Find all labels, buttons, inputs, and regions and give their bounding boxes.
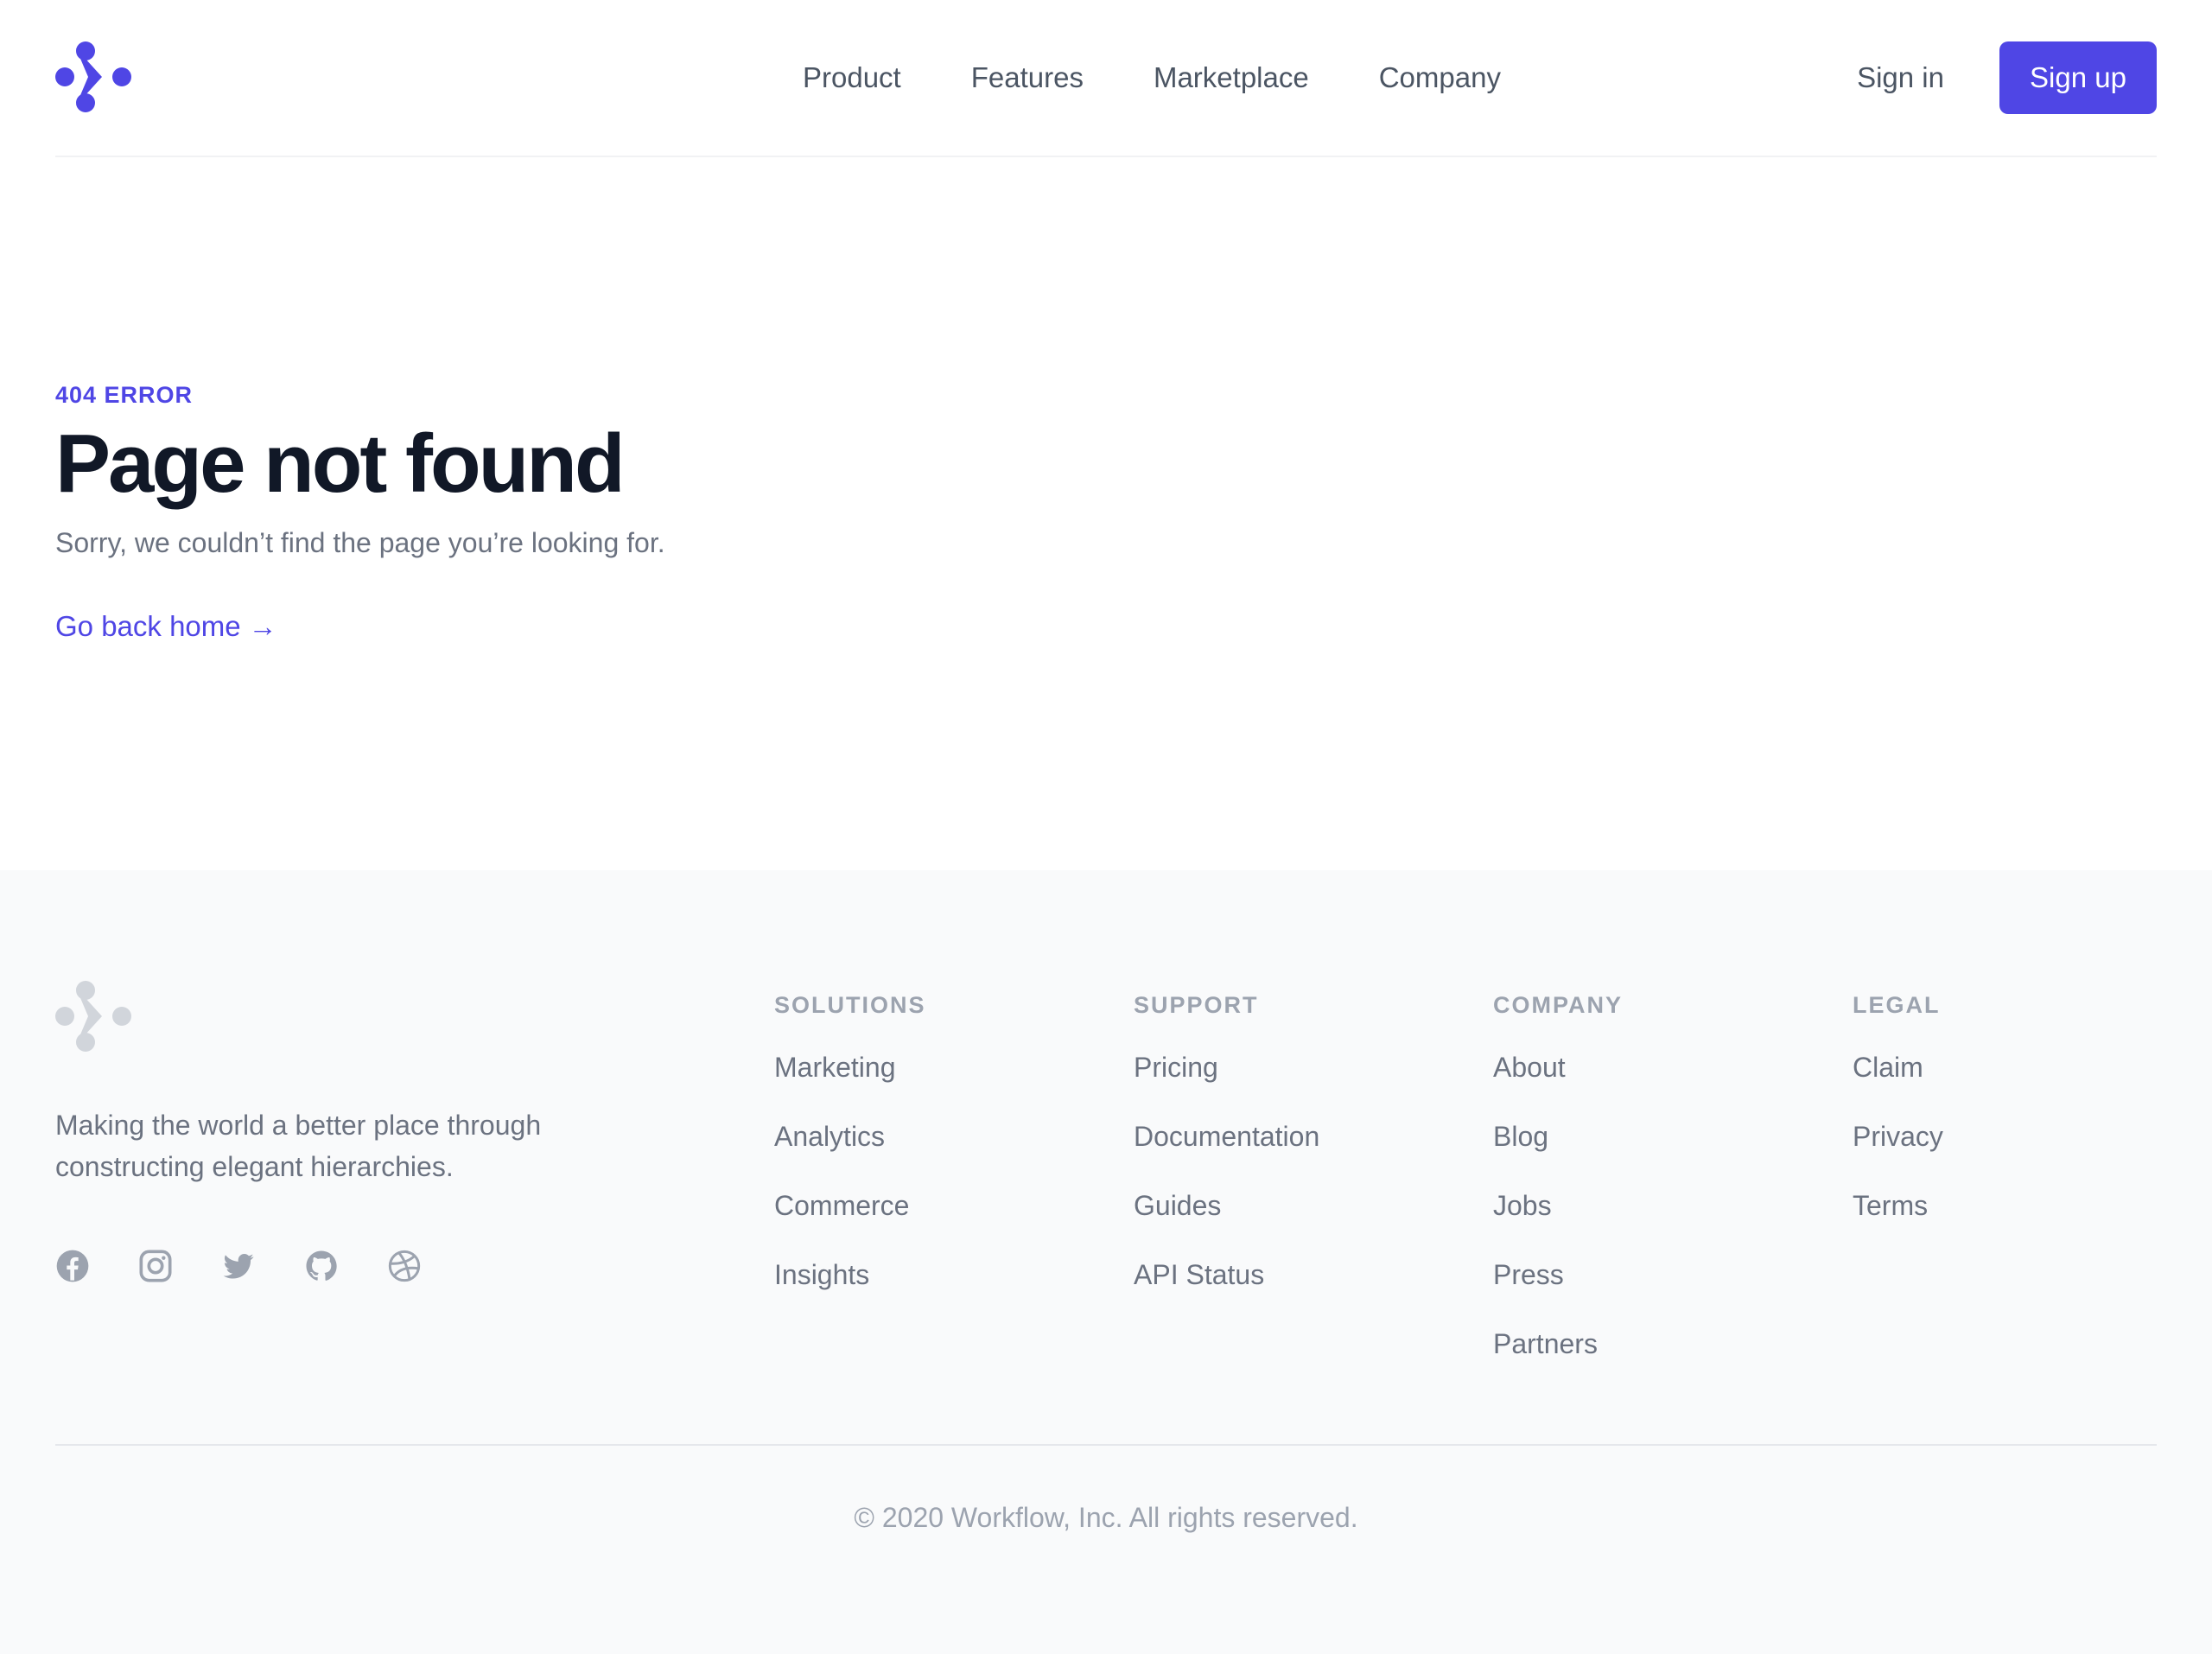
footer-column-support: SUPPORT Pricing Documentation Guides API… (1134, 981, 1319, 1323)
dribbble-icon[interactable] (387, 1249, 422, 1283)
nav-link-company[interactable]: Company (1379, 57, 1501, 99)
footer-link[interactable]: Jobs (1493, 1190, 1552, 1221)
site-footer: Making the world a better place through … (0, 870, 2212, 1654)
footer-link[interactable]: Commerce (774, 1190, 909, 1221)
footer-link[interactable]: Partners (1493, 1328, 1598, 1359)
sign-in-link[interactable]: Sign in (1857, 57, 1944, 99)
footer-link[interactable]: Privacy (1853, 1121, 1943, 1152)
facebook-icon[interactable] (55, 1249, 90, 1283)
footer-link[interactable]: Guides (1134, 1190, 1221, 1221)
footer-column-title: COMPANY (1493, 992, 1624, 1018)
footer-link[interactable]: Terms (1853, 1190, 1928, 1221)
copyright-text: © 2020 Workflow, Inc. All rights reserve… (854, 1502, 1358, 1533)
footer-link[interactable]: Claim (1853, 1052, 1923, 1083)
footer-link[interactable]: Analytics (774, 1121, 885, 1152)
nav-link-product[interactable]: Product (803, 57, 901, 99)
github-icon[interactable] (304, 1249, 339, 1283)
footer-link[interactable]: Press (1493, 1259, 1564, 1290)
twitter-icon[interactable] (221, 1249, 256, 1283)
footer-column-solutions: SOLUTIONS Marketing Analytics Commerce I… (774, 981, 926, 1323)
footer-link[interactable]: Documentation (1134, 1121, 1319, 1152)
sign-up-button[interactable]: Sign up (1999, 41, 2157, 114)
instagram-icon[interactable] (138, 1249, 173, 1283)
footer-tagline: Making the world a better place through … (55, 1110, 542, 1182)
footer-divider (55, 1444, 2157, 1446)
footer-column-title: SUPPORT (1134, 992, 1259, 1018)
footer-column-legal: LEGAL Claim Privacy Terms (1853, 981, 1943, 1254)
workflow-logo-icon[interactable] (55, 41, 131, 112)
error-section: 404 ERROR Page not found Sorry, we could… (55, 157, 2157, 870)
footer-link[interactable]: Marketing (774, 1052, 896, 1083)
site-header: Product Features Marketplace Company Sig… (55, 0, 2157, 157)
social-links (55, 1249, 422, 1283)
error-code-label: 404 ERROR (55, 382, 194, 408)
footer-link[interactable]: Blog (1493, 1121, 1548, 1152)
nav-link-features[interactable]: Features (971, 57, 1084, 99)
footer-column-title: LEGAL (1853, 992, 1941, 1018)
nav-link-marketplace[interactable]: Marketplace (1154, 57, 1309, 99)
footer-link[interactable]: About (1493, 1052, 1566, 1083)
go-back-home-link[interactable]: Go back home → (55, 610, 277, 643)
main-nav: Product Features Marketplace Company (803, 57, 1501, 99)
footer-link[interactable]: Pricing (1134, 1052, 1218, 1083)
page-title: Page not found (55, 417, 626, 510)
error-message: Sorry, we couldn’t find the page you’re … (55, 527, 665, 558)
footer-column-title: SOLUTIONS (774, 992, 926, 1018)
footer-column-company: COMPANY About Blog Jobs Press Partners (1493, 981, 1623, 1392)
workflow-logo-gray-icon (55, 981, 131, 1052)
footer-link[interactable]: Insights (774, 1259, 869, 1290)
footer-link[interactable]: API Status (1134, 1259, 1264, 1290)
